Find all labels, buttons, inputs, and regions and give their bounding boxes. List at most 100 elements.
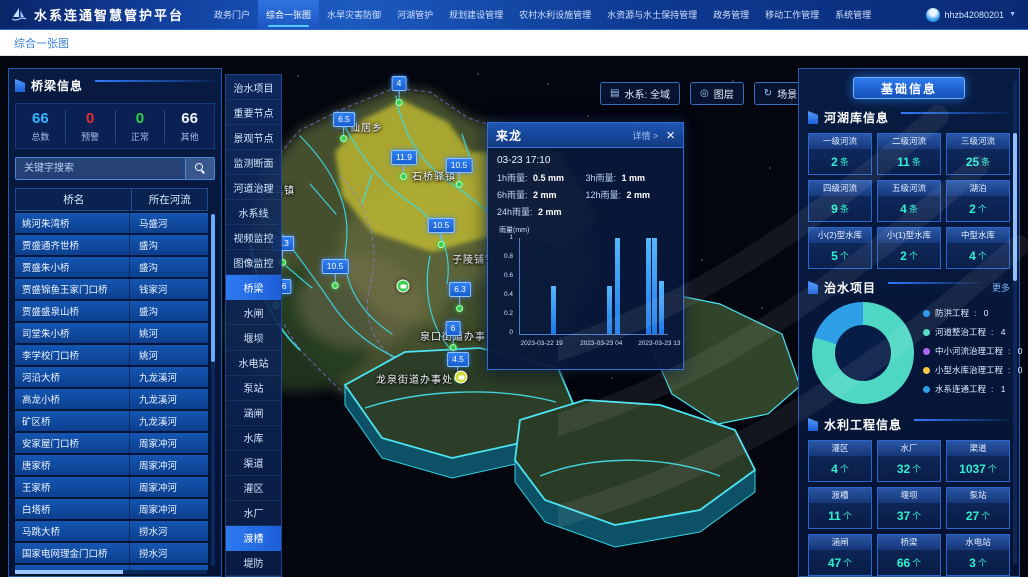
layer-menu-item[interactable]: 水库 [226, 426, 281, 451]
bridge-stat: 0 正常 [116, 110, 166, 143]
camera-icon[interactable] [397, 280, 410, 293]
layer-menu-item[interactable]: 河道治理 [226, 175, 281, 200]
station-marker[interactable]: 4 [392, 76, 407, 106]
layer-menu-item[interactable]: 渠道 [226, 451, 281, 476]
map-control-button[interactable]: ◎ 图层 [690, 82, 744, 105]
river-cell: 九龙溪河 [129, 367, 208, 387]
table-row[interactable]: 李学校门口桥 姚河 [15, 345, 208, 365]
close-icon[interactable]: × [666, 128, 675, 143]
station-value-badge: 10.5 [322, 259, 349, 274]
basic-info-tab-button[interactable]: 基础信息 [853, 77, 965, 99]
marker-dot-icon [449, 344, 456, 351]
table-row[interactable]: 贾盛通齐世桥 盛沟 [15, 235, 208, 255]
layer-menu-item[interactable]: 灌区 [226, 476, 281, 501]
layer-menu-item[interactable]: 图像监控 [226, 250, 281, 275]
layer-menu-item[interactable]: 水厂 [226, 501, 281, 526]
nav-item[interactable]: 农村水利设施管理 [511, 0, 599, 29]
search-button[interactable] [185, 157, 215, 180]
station-marker[interactable]: 6.3 [449, 282, 471, 312]
nav-item[interactable]: 系统管理 [827, 0, 879, 29]
layer-menu-item[interactable]: 堤防 [226, 551, 281, 576]
station-marker[interactable]: 6 [446, 321, 461, 351]
layer-menu-item[interactable]: 景观节点 [226, 125, 281, 150]
user-menu[interactable]: hhzb42080201 ▼ [926, 8, 1017, 22]
layer-menu-item[interactable]: 桥梁 [226, 275, 281, 300]
nav-item[interactable]: 水资源与水土保持管理 [599, 0, 705, 29]
nav-item[interactable]: 政务管理 [705, 0, 757, 29]
camera-icon[interactable] [455, 371, 468, 384]
stat-tile: 四级河流 9 条 [808, 180, 872, 222]
rain-bar [646, 238, 651, 334]
stat-value: 0 [116, 110, 165, 127]
layer-menu-item[interactable]: 监测断面 [226, 150, 281, 175]
bridge-table-body: 姚河朱湾桥 马盛河 贾盛通齐世桥 盛沟 贾盛朱小桥 盛沟 贾盛锦鱼王家 [15, 213, 208, 570]
table-row[interactable]: 河沿大桥 九龙溪河 [15, 367, 208, 387]
table-row[interactable]: 姚河朱湾桥 马盛河 [15, 213, 208, 233]
layer-menu-item[interactable]: 水电站 [226, 351, 281, 376]
table-row[interactable]: 国家电网理金门口桥 捞水河 [15, 543, 208, 563]
table-horizontal-scrollbar[interactable] [15, 570, 207, 574]
station-marker[interactable]: 11.9 [391, 150, 417, 180]
popup-title: 来龙 [496, 127, 522, 144]
table-row[interactable]: 贾盛盛泉山桥 盛沟 [15, 301, 208, 321]
top-nav: 政务门户 综合一张图 水旱灾害防御 河湖管护 规划建设管理 农村水利设施管理 水… [206, 0, 879, 29]
nav-item[interactable]: 移动工作管理 [757, 0, 827, 29]
table-row[interactable]: 矿区桥 九龙溪河 [15, 411, 208, 431]
river-cell: 捞水河 [129, 543, 208, 563]
layer-menu-item[interactable]: 渡槽 [226, 526, 281, 551]
stat-tile: 渡槽 11 个 [808, 487, 872, 529]
rainfall-value: 0.5 mm [533, 173, 564, 183]
stat-tile: 水电站 3 个 [946, 534, 1010, 576]
table-row[interactable]: 白塔桥 周家冲河 [15, 499, 208, 519]
basic-info-panel: 基础信息 河湖库信息 一级河流 2 条 [798, 68, 1020, 577]
layer-menu-item[interactable]: 水系线 [226, 200, 281, 225]
user-name: hhzb42080201 [945, 10, 1005, 20]
nav-item[interactable]: 河湖管护 [389, 0, 441, 29]
user-avatar [926, 8, 940, 22]
layer-menu-item[interactable]: 堰坝 [226, 325, 281, 350]
table-vertical-scrollbar[interactable] [211, 214, 215, 566]
layer-menu-item[interactable]: 泵站 [226, 376, 281, 401]
station-marker[interactable]: 6.5 [333, 112, 355, 142]
search-input[interactable] [15, 157, 185, 180]
station-marker[interactable]: 10.5 [322, 259, 349, 289]
legend-label: 小型水库治理工程 [935, 364, 1003, 376]
layer-menu-item[interactable]: 水闸 [226, 300, 281, 325]
right-panel-scrollbar[interactable] [1013, 81, 1017, 564]
tile-unit: 个 [978, 556, 987, 569]
x-tick: 2023-03-23 13 [638, 340, 680, 347]
station-marker[interactable]: 10.5 [446, 158, 473, 188]
map-control-button[interactable]: ▤ 水系: 全域 [600, 82, 680, 105]
table-row[interactable]: 高龙小桥 九龙溪河 [15, 389, 208, 409]
table-row[interactable]: 司堂朱小桥 姚河 [15, 323, 208, 343]
tile-label: 五级河流 [878, 181, 940, 196]
col-header-river: 所在河流 [131, 189, 207, 210]
table-row[interactable]: 王家桥 周家冲河 [15, 477, 208, 497]
scrollbar-thumb[interactable] [1013, 133, 1017, 281]
nav-item[interactable]: 政务门户 [206, 0, 258, 29]
nav-item[interactable]: 水旱灾害防御 [319, 0, 389, 29]
layer-menu-item[interactable]: 视频监控 [226, 225, 281, 250]
tile-value: 1037 [959, 462, 986, 476]
scrollbar-thumb[interactable] [15, 570, 123, 574]
table-row[interactable]: 唐家桥 周家冲河 [15, 455, 208, 475]
scrollbar-thumb[interactable] [211, 214, 215, 362]
layer-menu-item[interactable]: 涵闸 [226, 401, 281, 426]
popup-detail-link[interactable]: 详情 > [632, 129, 658, 142]
nav-item[interactable]: 综合一张图 [258, 0, 319, 29]
table-row[interactable]: 贾盛锦鱼王家门口桥 钱家河 [15, 279, 208, 299]
table-row[interactable]: 贾盛朱小桥 盛沟 [15, 257, 208, 277]
stat-tile: 小(2)型水库 5 个 [808, 227, 872, 269]
river-cell: 九龙溪河 [129, 411, 208, 431]
rainfall-reading: 6h雨量: 2 mm [497, 188, 586, 201]
layer-menu-item[interactable]: 治水项目 [226, 75, 281, 100]
tile-label: 二级河流 [878, 134, 940, 149]
nav-item[interactable]: 规划建设管理 [441, 0, 511, 29]
station-marker[interactable]: 10.5 [428, 218, 455, 248]
river-cell: 盛沟 [129, 257, 208, 277]
table-row[interactable]: 马跳大桥 捞水河 [15, 521, 208, 541]
more-link[interactable]: 更多 [992, 281, 1010, 294]
table-row[interactable]: 安家屋门口桥 周家冲河 [15, 433, 208, 453]
legend-item: 中小河流治理工程: 0 [923, 345, 1022, 357]
layer-menu-item[interactable]: 重要节点 [226, 100, 281, 125]
